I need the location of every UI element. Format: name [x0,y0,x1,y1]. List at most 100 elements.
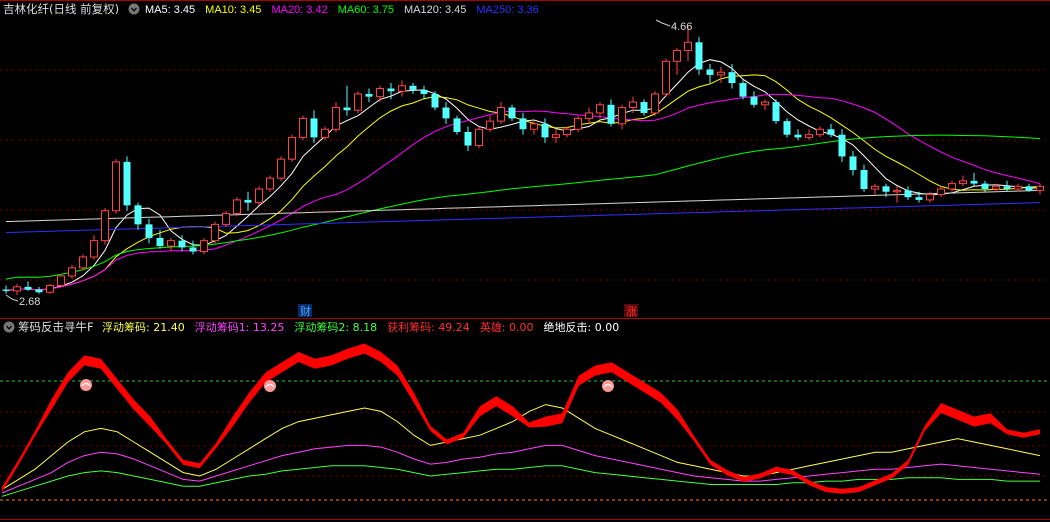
candle [167,237,175,252]
candle [90,235,98,260]
stock-chart[interactable]: 4.66 2.68 财 涨 吉林化纤(日线 前复权) MA5: 3.45 MA1… [0,0,1050,522]
legend-item: 浮动筹码2: 8.18 [294,320,377,334]
chevron-down-icon[interactable] [3,321,15,333]
candle [640,99,648,116]
candle [233,197,241,217]
signal-icon [80,379,92,391]
candle [409,83,417,94]
candle [772,99,780,124]
candle [706,64,714,84]
candle [244,191,252,211]
main-gridlines [0,69,1050,281]
candle [662,58,670,97]
high-price-annotation: 4.66 [655,19,692,33]
ma-line-ma5 [5,59,1041,292]
candle [365,88,373,103]
legend-item: MA20: 3.42 [271,4,327,16]
low-price-annotation: 2.68 [5,294,40,308]
candle [134,202,142,230]
candle [750,91,758,108]
candle [2,285,10,294]
candle [838,129,846,162]
legend-item: 获利筹码: 49.24 [387,320,470,334]
low-price-label: 2.68 [19,296,40,308]
chart-window: 4.66 2.68 财 涨 吉林化纤(日线 前复权) MA5: 3.45 MA1… [0,0,1050,522]
candle [970,172,978,187]
moving-average-lines [5,59,1041,292]
candle [145,218,153,244]
candle [497,102,505,124]
candle [13,284,21,295]
legend-item: MA60: 3.75 [338,4,394,16]
candle [464,126,472,151]
candle [805,129,813,141]
high-price-label: 4.66 [671,21,692,33]
candle [948,180,956,192]
candle [156,229,164,249]
candle [508,104,516,122]
candle [574,115,582,132]
candle [585,107,593,124]
indicator-series [1,343,1041,497]
candle [695,36,703,75]
candle [343,85,351,116]
legend-item: MA250: 3.36 [476,4,538,16]
candle [46,284,54,294]
candle [761,99,769,111]
stock-title: 吉林化纤(日线 前复权) [3,2,119,16]
candle [959,175,967,187]
candle [783,118,791,138]
candle [101,208,109,245]
candle [849,150,857,176]
legend-item: 浮动筹码1: 13.25 [195,320,285,334]
candle [739,80,747,100]
sub-panel-header: 筹码反击寻牛F 浮动筹码: 21.40 浮动筹码1: 13.25 浮动筹码2: 8.… [3,320,619,334]
candle [420,85,428,100]
chevron-down-icon[interactable] [128,3,140,15]
candle [816,126,824,138]
candle [475,126,483,149]
candle [871,183,879,195]
candle [68,265,76,279]
candle [310,110,318,143]
candle [24,281,32,291]
candle [728,64,736,89]
signal-icons [80,379,614,392]
legend-item: MA5: 3.45 [145,4,195,16]
candle [57,274,65,287]
candle [1003,180,1011,192]
main-panel-header: 吉林化纤(日线 前复权) MA5: 3.45 MA10: 3.45 MA20: 3.… [3,2,539,16]
indicator-legend: 浮动筹码: 21.40 浮动筹码1: 13.25 浮动筹码2: 8.18 获利筹码: … [102,320,619,334]
event-marker-limit-up[interactable]: 涨 [624,304,638,318]
candle [211,221,219,244]
candle [299,115,307,141]
candle [398,80,406,97]
ma-line-ma120 [5,189,1041,223]
event-marker-finance-label: 财 [300,304,311,318]
legend-item: MA10: 3.45 [205,4,261,16]
ma-legend: MA5: 3.45 MA10: 3.45 MA20: 3.42 MA60: 3.75 M… [145,4,539,16]
signal-icon [264,380,276,392]
candle [255,186,263,206]
candle [123,156,131,211]
candle [1036,183,1044,195]
candle [717,66,725,84]
candle [860,164,868,192]
profit-chips-band [2,343,1040,494]
candle [519,112,527,135]
ma-line-ma10 [5,74,1041,292]
legend-item: 绝地反击: 0.00 [544,320,620,334]
candle [431,91,439,111]
candle [937,186,945,198]
candle [486,115,494,132]
candle [904,186,912,200]
event-marker-finance[interactable]: 财 [298,304,312,318]
candle [618,104,626,130]
candle [332,102,340,132]
candle [79,254,87,271]
candle [453,115,461,135]
signal-icon [602,380,614,392]
candle [354,91,362,113]
candle [35,286,43,294]
candle [794,129,802,141]
